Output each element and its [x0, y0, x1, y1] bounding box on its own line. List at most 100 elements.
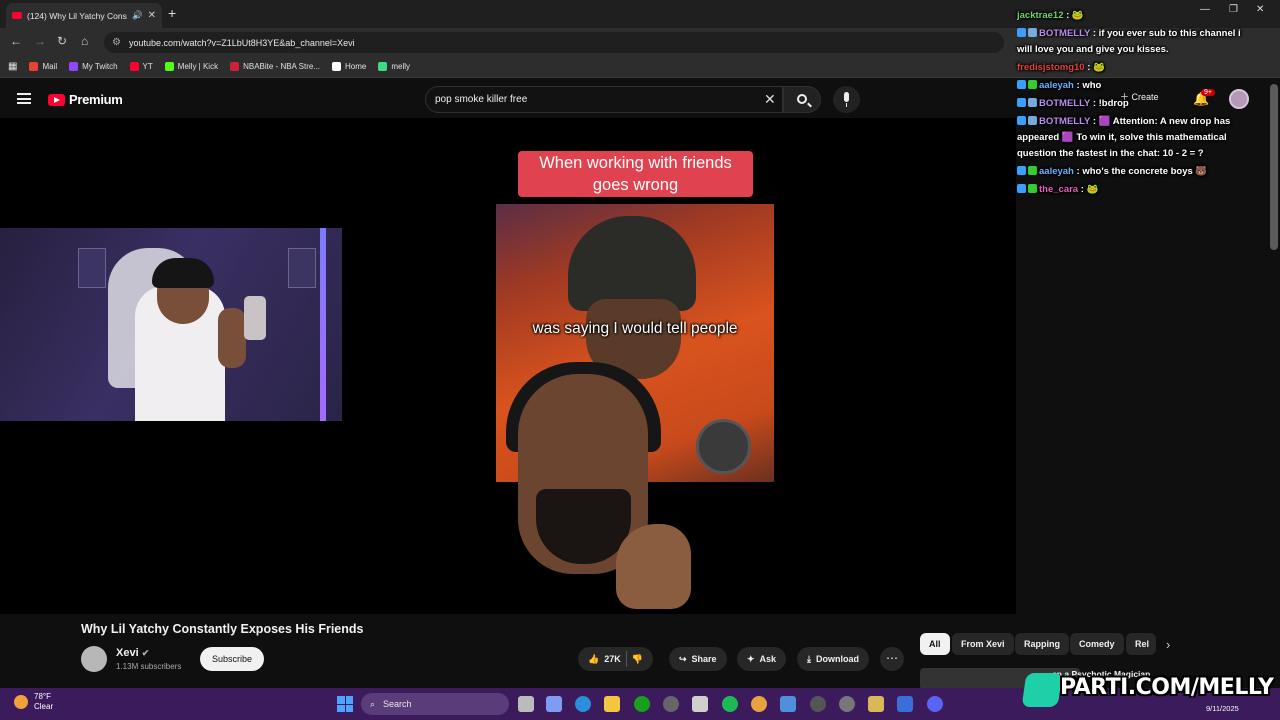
speaker-icon[interactable]: 🔊 [132, 10, 143, 21]
start-windows-icon[interactable] [337, 696, 353, 712]
chip-all[interactable]: All [920, 633, 950, 655]
wall-poster [288, 248, 316, 288]
bookmark-mail[interactable]: Mail [29, 62, 57, 71]
more-actions-icon[interactable]: ⋯ [880, 647, 904, 671]
taskbar-search[interactable]: ⌕ Search [361, 693, 509, 715]
chat-username: fredisjstomg10 [1017, 62, 1085, 73]
chat-message: BOTMELLY : 🟪 Attention: A new drop has a… [1017, 114, 1257, 162]
bookmark-melly[interactable]: melly [378, 62, 410, 71]
bookmark-x-home[interactable]: Home [332, 62, 366, 71]
bookmark-yt[interactable]: YT [129, 62, 153, 71]
steam-icon[interactable] [663, 696, 679, 712]
address-bar[interactable]: ⚙ youtube.com/watch?v=Z1LbUt8H3YE&ab_cha… [104, 32, 1004, 53]
watermark-text: PARTI.COM/MELLY [1060, 675, 1274, 700]
x-logo-icon [332, 62, 342, 71]
beanie-shape [568, 216, 696, 311]
voice-search-icon[interactable] [833, 86, 860, 113]
site-info-icon[interactable]: ⚙ [112, 37, 121, 48]
search-button[interactable] [783, 86, 821, 113]
close-window-icon[interactable]: ✕ [1256, 4, 1264, 15]
wall-poster [78, 248, 106, 288]
download-label: Download [815, 654, 859, 664]
obs-icon[interactable] [839, 696, 855, 712]
bookmark-label: Home [345, 62, 367, 71]
account-avatar[interactable] [1229, 89, 1249, 109]
divider [625, 651, 627, 667]
spotify-icon[interactable] [722, 696, 738, 712]
media-player-icon[interactable] [810, 696, 826, 712]
chrome-icon[interactable] [751, 696, 767, 712]
menu-icon[interactable] [17, 93, 31, 104]
home-icon[interactable]: ⌂ [81, 34, 88, 48]
bookmark-twitch[interactable]: My Twitch [69, 62, 118, 71]
twitch-icon [69, 62, 79, 71]
close-tab-icon[interactable]: ✕ [148, 10, 156, 21]
photos-icon[interactable] [780, 696, 796, 712]
xbox-icon[interactable] [634, 696, 650, 712]
apps-grid-icon[interactable]: ▦ [8, 61, 17, 72]
chip-from-xevi[interactable]: From Xevi [952, 633, 1014, 655]
mod-badge-icon [1017, 184, 1026, 193]
screen: (124) Why Lil Yatchy Consta 🔊 ✕ + — ❐ ✕ … [0, 0, 1280, 720]
chat-username: aaleyah [1039, 80, 1074, 91]
like-icon[interactable]: 👍 [588, 654, 599, 665]
chip-comedy[interactable]: Comedy [1070, 633, 1124, 655]
search-input[interactable]: pop smoke killer free [425, 86, 783, 113]
clear-search-icon[interactable]: ✕ [764, 91, 776, 108]
bot-badge-icon [1028, 98, 1037, 107]
copilot-icon[interactable] [546, 696, 562, 712]
nba-icon [230, 62, 240, 71]
app-icon[interactable] [897, 696, 913, 712]
edge-icon[interactable] [575, 696, 591, 712]
sub-badge-icon [1028, 166, 1037, 175]
page-scrollbar[interactable] [1270, 84, 1278, 250]
search-query: pop smoke killer free [435, 94, 528, 105]
ask-button[interactable]: ✦ Ask [737, 647, 787, 671]
parti-watermark: PARTI.COM/MELLY [1021, 671, 1278, 709]
youtube-icon [129, 62, 139, 71]
dislike-icon[interactable]: 👎 [632, 654, 643, 665]
browser-tabstrip: (124) Why Lil Yatchy Consta 🔊 ✕ + — ❐ ✕ [0, 0, 1280, 28]
chat-username: BOTMELLY [1039, 116, 1091, 127]
chat-message: the_cara : 🐸 [1017, 182, 1098, 198]
back-icon[interactable]: ← [10, 34, 22, 48]
chat-username: the_cara [1039, 184, 1079, 195]
ask-label: Ask [759, 654, 777, 664]
tab-youtube[interactable]: (124) Why Lil Yatchy Consta 🔊 ✕ [6, 3, 162, 28]
subscribe-button[interactable]: Subscribe [200, 647, 264, 671]
bookmark-kick[interactable]: Melly | Kick [164, 62, 218, 71]
reload-icon[interactable]: ↻ [57, 34, 67, 48]
create-label: Create [1131, 92, 1159, 102]
bookmark-nbabite[interactable]: NBABite - NBA Stre... [230, 62, 320, 71]
app-icon[interactable] [868, 696, 884, 712]
youtube-logo[interactable]: Premium [48, 92, 123, 107]
maximize-icon[interactable]: ❐ [1229, 4, 1238, 15]
video-banner-text: When working with friends goes wrong [518, 151, 753, 197]
file-explorer-icon[interactable] [604, 696, 620, 712]
bookmark-label: Mail [42, 62, 58, 71]
parti-logo-icon [1021, 673, 1063, 707]
share-button[interactable]: ↪ Share [669, 647, 727, 671]
minimize-icon[interactable]: — [1200, 4, 1210, 15]
like-count[interactable]: 27K [604, 654, 621, 664]
video-player[interactable]: When working with friends goes wrong was… [0, 118, 1016, 614]
store-icon[interactable] [692, 696, 708, 712]
channel-name[interactable]: Xevi ✔ [116, 647, 149, 659]
mail-icon [29, 62, 39, 71]
forward-icon[interactable]: → [34, 34, 46, 48]
chip-related[interactable]: Rel [1126, 633, 1156, 655]
channel-avatar[interactable] [81, 646, 107, 672]
chat-username: jacktrae12 [1017, 10, 1064, 21]
chat-text: : 🐸 [1066, 10, 1084, 21]
bottle-shape [244, 296, 266, 340]
chip-rapping[interactable]: Rapping [1015, 633, 1069, 655]
download-button[interactable]: ⤓ Download [797, 647, 869, 671]
chat-text: : 🐸 [1080, 184, 1099, 195]
discord-icon[interactable] [927, 696, 943, 712]
new-tab-icon[interactable]: + [168, 5, 176, 21]
task-view-icon[interactable] [518, 696, 534, 712]
studio-mic-shape [696, 419, 751, 474]
weather-widget[interactable]: 78°F Clear [14, 692, 53, 712]
bot-badge-icon [1028, 28, 1037, 37]
chevron-right-icon[interactable]: › [1166, 637, 1170, 652]
